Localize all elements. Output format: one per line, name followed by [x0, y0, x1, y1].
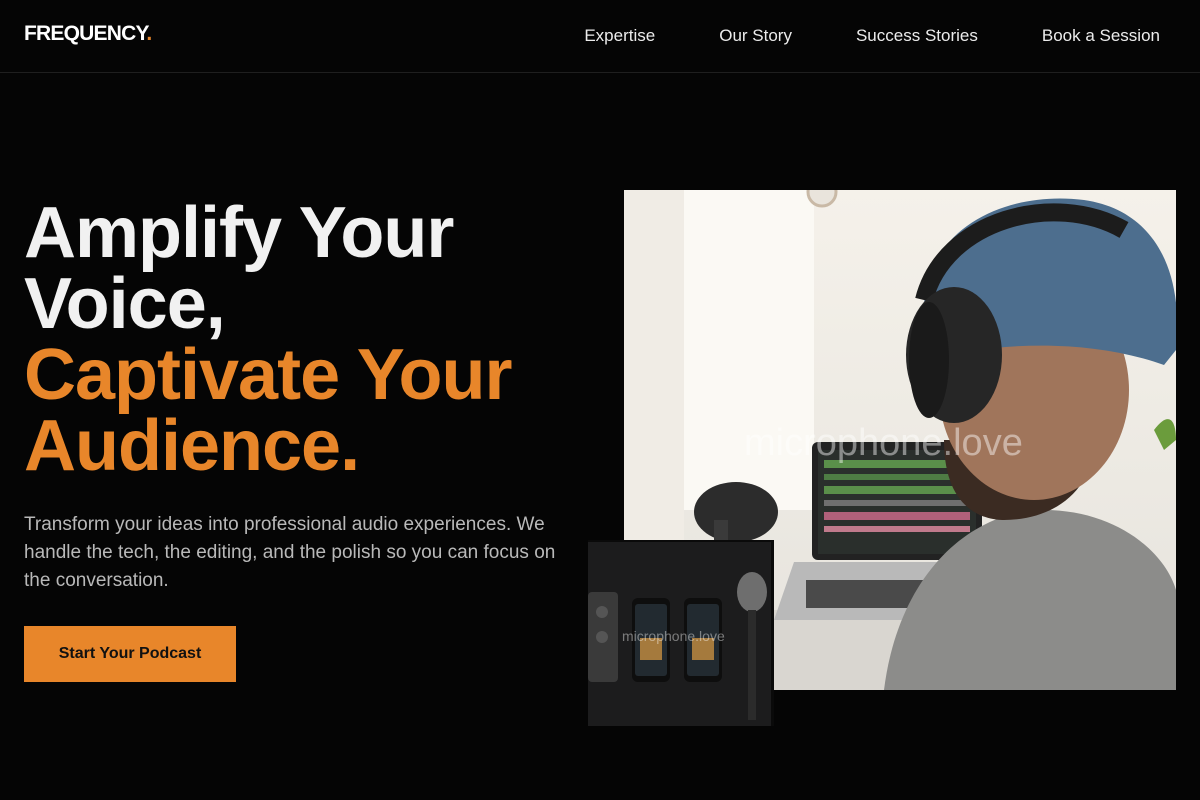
- site-header: FREQUENCY. Expertise Our Story Success S…: [0, 0, 1200, 73]
- main-nav: Expertise Our Story Success Stories Book…: [584, 26, 1160, 46]
- hero-subtitle: Transform your ideas into professional a…: [24, 514, 556, 591]
- nav-link-success-stories[interactable]: Success Stories: [856, 26, 978, 46]
- nav-link-expertise[interactable]: Expertise: [584, 26, 655, 46]
- small-photo-watermark: microphone.love: [622, 628, 725, 644]
- brand-dot: .: [146, 22, 152, 45]
- brand-logo[interactable]: FREQUENCY.: [24, 22, 152, 46]
- headline-line-1: Amplify Your: [24, 193, 454, 273]
- main-photo-watermark: microphone.love: [744, 422, 1023, 464]
- headline-line-4: Audience.: [24, 406, 360, 486]
- headline-line-3: Captivate Your: [24, 335, 512, 415]
- brand-name: FREQUENCY: [24, 22, 147, 45]
- hero-headline: Amplify Your Voice, Captivate Your Audie…: [24, 193, 604, 486]
- nav-link-our-story[interactable]: Our Story: [719, 26, 792, 46]
- headline-line-2: Voice,: [24, 264, 226, 344]
- nav-link-book-session[interactable]: Book a Session: [1042, 26, 1160, 46]
- start-podcast-button[interactable]: Start Your Podcast: [24, 626, 236, 682]
- hero-photo-phones: microphone.love: [588, 540, 774, 726]
